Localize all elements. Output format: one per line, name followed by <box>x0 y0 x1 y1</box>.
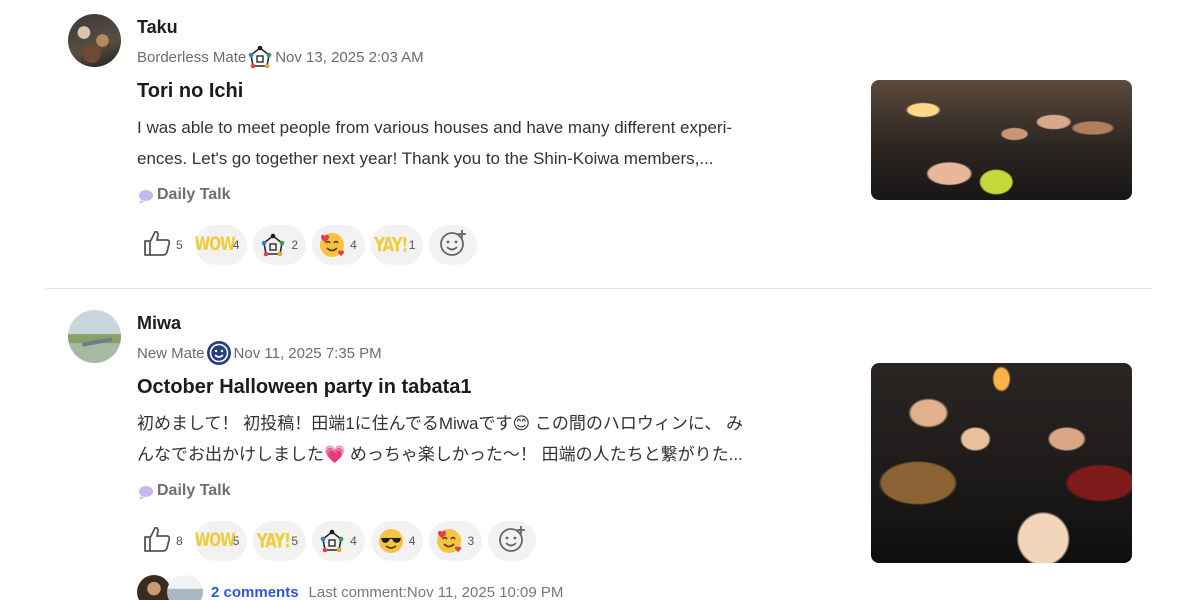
reaction-wow[interactable]: WOW 5 <box>194 521 248 561</box>
smiling-face-with-hearts-icon <box>318 231 346 259</box>
reaction-network[interactable]: 4 <box>312 521 365 561</box>
reaction-cool[interactable]: 4 <box>370 521 424 561</box>
speech-bubble-icon <box>139 189 153 204</box>
post-thumbnail[interactable] <box>871 80 1132 200</box>
author-avatar[interactable] <box>68 310 121 363</box>
thumbs-up-icon <box>142 525 172 558</box>
excerpt-line: ences. Let's go together next year! Than… <box>137 149 714 168</box>
reaction-yay[interactable]: YAY! 1 <box>370 225 424 265</box>
category-label: Daily Talk <box>157 482 231 499</box>
reaction-wow[interactable]: WOW 4 <box>194 225 248 265</box>
post-divider <box>46 288 1152 289</box>
post-date: Nov 13, 2025 2:03 AM <box>275 48 424 66</box>
add-emoji-icon <box>438 228 468 263</box>
sunglasses-face-icon <box>377 527 405 555</box>
author-rank: Borderless Mate <box>137 48 247 66</box>
reaction-count: 3 <box>467 534 475 548</box>
house-network-icon <box>318 527 346 555</box>
author-name[interactable]: Miwa <box>137 313 181 334</box>
house-network-icon <box>259 231 287 259</box>
thumbs-up-icon <box>142 229 172 262</box>
reaction-network[interactable]: 2 <box>253 225 307 265</box>
post-meta: New Mate Nov 11, 2025 7:35 PM <box>137 341 382 365</box>
post-card[interactable]: Taku Borderless Mate Nov 13, 2025 2:03 A… <box>0 0 1200 288</box>
post-date: Nov 11, 2025 7:35 PM <box>233 344 382 362</box>
reaction-count: 2 <box>291 238 299 252</box>
reaction-yay[interactable]: YAY! 5 <box>253 521 307 561</box>
like-button[interactable]: 8 <box>140 521 189 561</box>
commenter-avatar <box>137 575 171 600</box>
add-emoji-icon <box>497 524 527 559</box>
reaction-count: 4 <box>408 534 416 548</box>
speech-bubble-icon <box>139 485 153 500</box>
like-count: 8 <box>176 534 183 548</box>
author-avatar[interactable] <box>68 14 121 67</box>
like-button[interactable]: 5 <box>140 225 189 265</box>
excerpt-line: 初めまして！ 初投稿！田端1に住んでるMiwaです😊 この間のハロウィンに、 み <box>137 414 744 433</box>
post-title[interactable]: October Halloween party in tabata1 <box>137 376 472 399</box>
reaction-bar: 5 WOW 4 2 4 YAY! 1 <box>140 225 478 265</box>
reaction-love-face[interactable]: 3 <box>429 521 483 561</box>
author-rank: New Mate <box>137 344 205 362</box>
post-excerpt[interactable]: 初めまして！ 初投稿！田端1に住んでるMiwaです😊 この間のハロウィンに、 み… <box>137 408 837 470</box>
category-label: Daily Talk <box>157 186 231 203</box>
smiley-badge-icon <box>206 341 232 365</box>
reaction-love-face[interactable]: 4 <box>312 225 365 265</box>
reaction-count: 4 <box>350 238 357 252</box>
reaction-bar: 8 WOW 5 YAY! 5 4 4 3 <box>140 521 537 561</box>
category-tag[interactable]: Daily Talk <box>139 482 231 500</box>
post-card[interactable]: Miwa New Mate Nov 11, 2025 7:35 PM Octob… <box>0 296 1200 600</box>
category-tag[interactable]: Daily Talk <box>139 186 231 204</box>
smiling-face-with-hearts-icon <box>435 527 463 555</box>
post-thumbnail[interactable] <box>871 363 1132 563</box>
author-name[interactable]: Taku <box>137 17 178 38</box>
yay-sticker-icon: YAY! <box>256 529 291 553</box>
like-count: 5 <box>176 238 183 252</box>
excerpt-line: んなでお出かけしました💗 めっちゃ楽しかった〜！ 田端の人たちと繋がりた... <box>137 445 743 464</box>
commenter-avatar <box>167 575 203 600</box>
yay-sticker-icon: YAY! <box>374 233 408 257</box>
last-comment-time: Last comment:Nov 11, 2025 10:09 PM <box>308 583 564 600</box>
post-title[interactable]: Tori no Ichi <box>137 80 243 103</box>
reaction-count: 1 <box>408 238 416 252</box>
comments-summary: 2 comments Last comment:Nov 11, 2025 10:… <box>137 575 563 600</box>
wow-sticker-icon: WOW <box>194 530 236 552</box>
post-excerpt[interactable]: I was able to meet people from various h… <box>137 112 837 174</box>
reaction-count: 5 <box>291 534 299 548</box>
add-reaction-button[interactable] <box>429 225 478 265</box>
house-network-icon <box>247 45 273 69</box>
reaction-count: 4 <box>350 534 357 548</box>
wow-sticker-icon: WOW <box>194 234 236 256</box>
comments-link[interactable]: 2 comments <box>211 584 299 600</box>
add-reaction-button[interactable] <box>488 521 537 561</box>
post-meta: Borderless Mate Nov 13, 2025 2:03 AM <box>137 45 424 69</box>
excerpt-line: I was able to meet people from various h… <box>137 118 733 137</box>
